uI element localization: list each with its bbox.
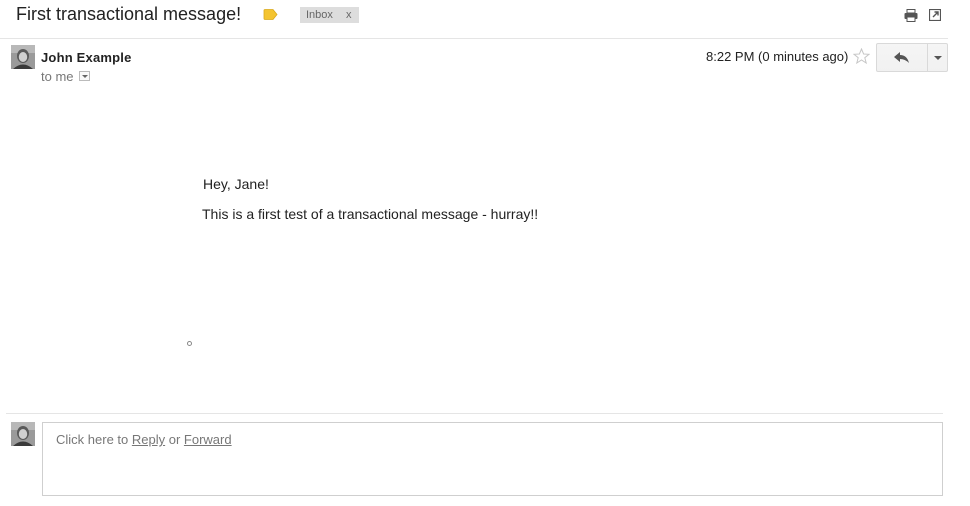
reply-compose-box[interactable]: Click here to Reply or Forward bbox=[42, 422, 943, 496]
message-greeting: Hey, Jane! bbox=[203, 176, 269, 192]
print-icon[interactable] bbox=[904, 9, 918, 22]
inbox-label-text[interactable]: Inbox bbox=[306, 7, 333, 23]
forward-link[interactable]: Forward bbox=[184, 432, 232, 447]
star-icon[interactable] bbox=[853, 48, 870, 64]
remove-label-button[interactable]: x bbox=[346, 7, 352, 23]
body-divider bbox=[6, 413, 943, 414]
reply-button[interactable] bbox=[877, 44, 927, 71]
reply-arrow-icon bbox=[894, 52, 909, 63]
reply-prompt: Click here to Reply or Forward bbox=[56, 432, 232, 447]
inbox-label-chip: Inbox x bbox=[300, 7, 359, 23]
reply-button-group bbox=[876, 43, 948, 72]
tracking-pixel-dot bbox=[187, 341, 192, 346]
label-tag-icon[interactable] bbox=[263, 9, 278, 20]
reply-prompt-prefix: Click here to bbox=[56, 432, 132, 447]
reply-link[interactable]: Reply bbox=[132, 432, 165, 447]
reply-prompt-or: or bbox=[165, 432, 184, 447]
sender-avatar[interactable] bbox=[11, 45, 35, 69]
message-body-text: This is a first test of a transactional … bbox=[202, 206, 539, 222]
message-timestamp: 8:22 PM (0 minutes ago) bbox=[706, 49, 849, 64]
more-options-button[interactable] bbox=[928, 44, 947, 71]
new-window-icon[interactable] bbox=[929, 9, 941, 21]
subject-bar: First transactional message! Inbox x bbox=[0, 0, 970, 38]
recipient-line: to me bbox=[41, 69, 74, 84]
sender-name[interactable]: John Example bbox=[41, 50, 132, 65]
show-details-dropdown-icon[interactable] bbox=[79, 71, 90, 81]
header-divider bbox=[0, 38, 948, 39]
my-avatar bbox=[11, 422, 35, 446]
subject-title: First transactional message! bbox=[16, 4, 242, 24]
